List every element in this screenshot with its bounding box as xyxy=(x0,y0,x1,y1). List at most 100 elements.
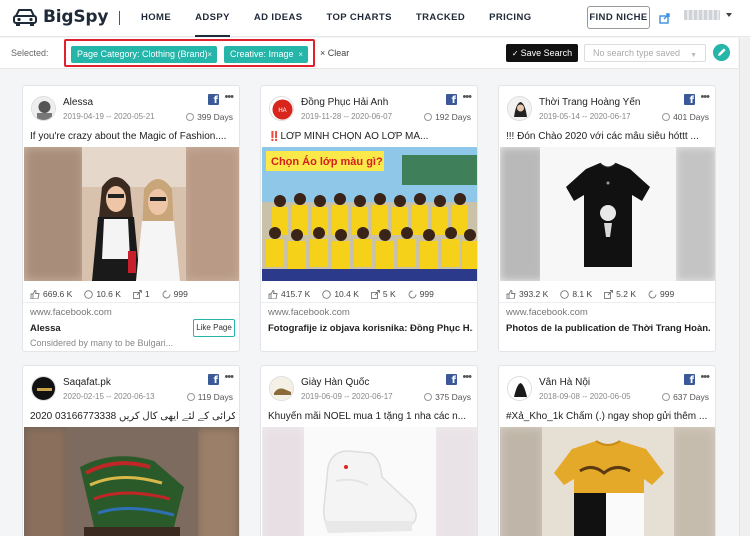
chevron-down-icon xyxy=(726,13,732,17)
clock-icon xyxy=(186,393,195,401)
nav-home[interactable]: HOME xyxy=(134,0,178,37)
engagement-stats: 393.2 K 8.1 K 5.2 K 999 xyxy=(506,288,711,300)
reach-icon xyxy=(162,290,171,298)
ad-text: !!! Đón Chào 2020 với các mẫu siêu hóttt… xyxy=(506,131,699,142)
ad-card[interactable]: Giày Hàn Quốc 2019-06-09 -- 2020-06-17 f… xyxy=(260,365,478,536)
views-stat: 999 xyxy=(648,288,674,300)
avatar xyxy=(269,376,294,401)
clock-icon xyxy=(424,113,433,121)
ad-text: 2020 03166773338 ﮎ ﮐﺮاﺋﯽ ﮐﮯ ﻟﺌﮯ اﯾﮭﯽ ﮐﺎل… xyxy=(30,411,235,422)
nav-pricing[interactable]: PRICING xyxy=(482,0,538,37)
avatar xyxy=(507,376,532,401)
clear-filters-button[interactable]: × Clear xyxy=(320,48,349,58)
avatar xyxy=(507,96,532,121)
main-nav: HOME ADSPY AD IDEAS TOP CHARTS TRACKED P… xyxy=(134,0,549,37)
ad-date-range: 2019-11-28 -- 2020-06-07 xyxy=(301,112,393,121)
ad-card[interactable]: Vân Hà Nội 2018-09-08 -- 2020-06-05 f ••… xyxy=(498,365,716,536)
engagement-stats: 669.6 K 10.6 K 1 999 xyxy=(30,288,235,300)
bigspy-logo[interactable]: BigSpy xyxy=(12,7,108,27)
link-site[interactable]: www.facebook.com xyxy=(506,307,588,318)
page-name[interactable]: Saqafat.pk xyxy=(63,377,111,388)
likes-stat: 669.6 K xyxy=(30,288,72,300)
likes-stat: 393.2 K xyxy=(506,288,548,300)
link-title[interactable]: Fotografije iz objava korisnika: Đồng Ph… xyxy=(268,323,473,334)
more-options-icon[interactable]: ••• xyxy=(224,371,234,383)
more-options-icon[interactable]: ••• xyxy=(224,91,234,103)
ad-image[interactable] xyxy=(24,147,239,281)
comments-stat: 10.4 K xyxy=(322,288,359,300)
ad-image[interactable] xyxy=(500,147,715,281)
page-name[interactable]: Alessa xyxy=(63,97,93,108)
nav-adspy[interactable]: ADSPY xyxy=(188,0,237,37)
remove-chip-icon[interactable]: × xyxy=(207,46,212,63)
avatar xyxy=(31,376,56,401)
nav-ad-ideas[interactable]: AD IDEAS xyxy=(247,0,310,37)
find-niche-button[interactable]: FIND NICHE xyxy=(587,6,650,29)
page-name[interactable]: Thời Trang Hoàng Yến xyxy=(539,97,640,108)
share-icon xyxy=(604,289,614,299)
ad-card[interactable]: Alessa 2019-04-19 -- 2020-05-21 f ••• 39… xyxy=(22,85,240,352)
link-title[interactable]: Photos de la publication de Thời Trang H… xyxy=(506,323,711,334)
views-stat: 999 xyxy=(162,288,188,300)
clock-icon xyxy=(662,113,671,121)
ad-image[interactable] xyxy=(24,427,239,536)
reach-icon xyxy=(648,290,657,298)
saved-search-select[interactable]: No search type saved ▼ xyxy=(584,44,706,62)
remove-chip-icon[interactable]: × xyxy=(298,46,303,63)
ad-text: If you're crazy about the Magic of Fashi… xyxy=(30,131,227,142)
link-site[interactable]: www.facebook.com xyxy=(30,307,112,318)
ad-card[interactable]: HA Đồng Phục Hải Anh 2019-11-28 -- 2020-… xyxy=(260,85,478,352)
user-menu[interactable] xyxy=(684,10,732,20)
comment-icon xyxy=(84,289,94,299)
more-options-icon[interactable]: ••• xyxy=(462,371,472,383)
reach-icon xyxy=(408,290,417,298)
link-site[interactable]: www.facebook.com xyxy=(268,307,350,318)
thumbs-up-icon xyxy=(506,289,516,299)
ad-image[interactable] xyxy=(262,427,477,536)
ad-date-range: 2019-06-09 -- 2020-06-17 xyxy=(301,392,393,401)
ad-card[interactable]: Thời Trang Hoàng Yến 2019-05-14 -- 2020-… xyxy=(498,85,716,352)
ad-text: ‼️LỚP MÌNH CHỌN ÁO LỚP MÀ... xyxy=(268,131,429,142)
share-icon xyxy=(132,289,142,299)
ad-date-range: 2019-05-14 -- 2020-06-17 xyxy=(539,112,631,121)
selected-filters-highlight: Page Category: Clothing (Brand) × Creati… xyxy=(64,39,315,67)
views-stat: 999 xyxy=(408,288,434,300)
svg-text:HA: HA xyxy=(278,108,286,114)
pencil-icon[interactable] xyxy=(713,44,730,61)
nav-top-charts[interactable]: TOP CHARTS xyxy=(319,0,398,37)
ad-card[interactable]: Saqafat.pk 2020-02-15 -- 2020-06-13 f ••… xyxy=(22,365,240,536)
chevron-down-icon: ▼ xyxy=(690,52,697,59)
facebook-icon: f xyxy=(208,94,219,105)
comments-stat: 8.1 K xyxy=(560,288,592,300)
clock-icon xyxy=(662,393,671,401)
page-scrollbar[interactable] xyxy=(739,38,750,536)
facebook-icon: f xyxy=(446,374,457,385)
like-page-button[interactable]: Like Page xyxy=(193,319,235,337)
card-divider xyxy=(23,302,239,303)
filter-chip-label: Creative: Image xyxy=(230,49,294,59)
filter-chip-page-category[interactable]: Page Category: Clothing (Brand) × xyxy=(71,46,217,63)
ad-image[interactable]: Chọn Áo lớp màu gì? xyxy=(262,147,477,281)
nav-tracked[interactable]: TRACKED xyxy=(409,0,472,37)
share-icon xyxy=(370,289,380,299)
top-navigation-bar: BigSpy HOME ADSPY AD IDEAS TOP CHARTS TR… xyxy=(0,0,750,37)
shares-stat: 5 K xyxy=(370,288,396,300)
engagement-stats: 415.7 K 10.4 K 5 K 999 xyxy=(268,288,473,300)
page-name[interactable]: Đồng Phục Hải Anh xyxy=(301,97,388,108)
save-search-button[interactable]: ✓ Save Search xyxy=(506,44,578,62)
avatar: HA xyxy=(269,96,294,121)
more-options-icon[interactable]: ••• xyxy=(462,91,472,103)
more-options-icon[interactable]: ••• xyxy=(700,91,710,103)
car-logo-icon xyxy=(13,9,37,26)
ad-image[interactable] xyxy=(500,427,715,536)
filter-chip-creative[interactable]: Creative: Image × xyxy=(224,46,308,63)
comment-icon xyxy=(322,289,332,299)
export-icon[interactable] xyxy=(659,12,671,24)
days-running: 119 Days xyxy=(186,392,233,402)
ad-date-range: 2018-09-08 -- 2020-06-05 xyxy=(539,392,631,401)
more-options-icon[interactable]: ••• xyxy=(700,371,710,383)
days-running: 399 Days xyxy=(186,112,233,122)
page-name[interactable]: Giày Hàn Quốc xyxy=(301,377,369,388)
clock-icon xyxy=(186,113,195,121)
page-name[interactable]: Vân Hà Nội xyxy=(539,377,590,388)
